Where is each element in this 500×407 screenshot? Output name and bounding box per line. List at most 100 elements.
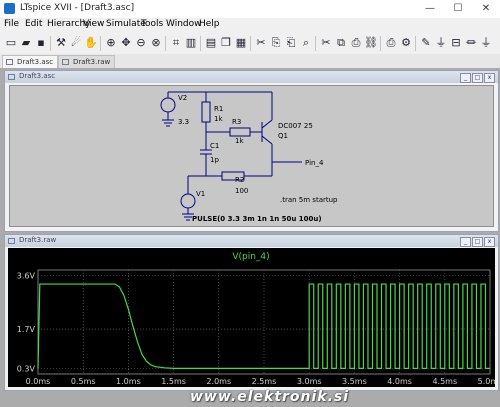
inductor-icon[interactable]: ✎	[419, 36, 433, 50]
cascade-icon[interactable]: ❐	[219, 36, 233, 50]
v1-source-symbol	[180, 193, 196, 209]
v1-name-label: V1	[196, 190, 205, 198]
waveform-plot-area[interactable]: V(pin_4) 3.6V 1.7V 0.3V 0.0ms 0.5ms 1.0ms 1.5…	[8, 248, 495, 387]
zoom-out-icon[interactable]: ⊖	[134, 36, 148, 50]
schematic-canvas[interactable]: V2 3.3 R1 1k R3 1k DC007 25 Q1 C1 1p Pin…	[9, 85, 494, 227]
x-tick-label: 5.0ms	[478, 377, 495, 386]
control-panel-icon[interactable]: ⚒	[54, 36, 68, 50]
x-tick-label: 2.5ms	[252, 377, 277, 386]
x-tick-label: 3.5ms	[342, 377, 367, 386]
halt-icon[interactable]: ✋	[84, 36, 98, 50]
document-tab-bar: Draft3.asc Draft3.raw	[0, 54, 500, 68]
maximize-button[interactable]: □	[472, 73, 483, 83]
spice-directive: .tran 5m startup	[280, 196, 338, 204]
tile-horizontal-icon[interactable]: ▤	[204, 36, 218, 50]
run-icon[interactable]: ☄	[69, 36, 83, 50]
menu-window[interactable]: Window	[166, 19, 202, 29]
x-tick-label: 2.0ms	[206, 377, 231, 386]
v1-value-label: PULSE(0 3.3 3m 1n 1n 50u 100u)	[192, 215, 322, 223]
new-icon[interactable]: ▭	[4, 36, 18, 50]
capacitor-icon[interactable]: ⚙	[399, 36, 413, 50]
tab-label: Draft3.raw	[73, 58, 111, 66]
q1-model-label: DC007 25	[278, 122, 313, 130]
trace-name-label[interactable]: V(pin_4)	[232, 252, 269, 262]
app-title-bar: LTspice XVII - [Draft3.asc] — ☐ ✕	[0, 0, 500, 19]
x-tick-label: 3.0ms	[297, 377, 322, 386]
toolbar: ▭ ▰ ▪ ⚒ ☄ ✋ ⊕ ✥ ⊖ ⊗ ⌗ ▥ ▤ ❐ ▦ ✂ ⎘ ⎗ ⌕ ✂ …	[0, 33, 500, 55]
schematic-doc-icon	[6, 59, 13, 65]
label-icon[interactable]: ⛓	[364, 36, 378, 50]
v2-value-label: 3.3	[178, 118, 189, 126]
y-tick-label: 3.6V	[17, 272, 36, 281]
r3-value-label: 1k	[235, 137, 244, 145]
v2-source-symbol	[160, 97, 176, 113]
tile-vertical-icon[interactable]: ▥	[184, 36, 198, 50]
menu-tools[interactable]: Tools	[141, 19, 163, 29]
c1-name-label: C1	[210, 142, 219, 150]
setup-icon[interactable]: ✂	[319, 36, 333, 50]
close-button[interactable]: x	[484, 73, 495, 83]
maximize-button[interactable]: □	[472, 237, 483, 247]
v2-name-label: V2	[178, 94, 187, 102]
x-tick-label: 1.0ms	[116, 377, 141, 386]
menu-bar: File Edit Hierarchy View Simulate Tools …	[0, 18, 500, 33]
tab-label: Draft3.asc	[17, 58, 54, 66]
close-button[interactable]: ✕	[472, 0, 500, 18]
waveform-chart: V(pin_4) 3.6V 1.7V 0.3V 0.0ms 0.5ms 1.0ms 1.5…	[17, 252, 495, 386]
diode-icon[interactable]: ⏚	[434, 36, 448, 50]
q1-name-label: Q1	[278, 132, 288, 140]
r1-name-label: R1	[214, 105, 223, 113]
r3-name-label: R3	[232, 118, 241, 126]
menu-edit[interactable]: Edit	[25, 19, 42, 29]
schematic-doc-icon	[8, 74, 15, 80]
ltspice-app-icon	[4, 3, 15, 14]
zoom-fit-icon[interactable]: ⊗	[149, 36, 163, 50]
minimize-button[interactable]: _	[460, 237, 471, 247]
x-tick-label: 1.5ms	[161, 377, 186, 386]
find-icon[interactable]: ⎗	[284, 36, 298, 50]
y-tick-label: 0.3V	[17, 364, 36, 373]
pan-icon[interactable]: ✥	[119, 36, 133, 50]
y-tick-label: 1.7V	[17, 325, 36, 334]
resistor-icon[interactable]: ⎙	[384, 36, 398, 50]
autorange-icon[interactable]: ⌗	[169, 36, 183, 50]
drag-icon[interactable]: ⏚	[479, 36, 493, 50]
cut-icon[interactable]: ▦	[234, 36, 248, 50]
net-label-pin4: Pin_4	[305, 159, 324, 167]
component-icon[interactable]: ⊟	[449, 36, 463, 50]
maximize-button[interactable]: ☐	[444, 0, 472, 18]
x-tick-label: 0.0ms	[26, 377, 51, 386]
waveform-window: Draft3.raw _ □ x V(pin_4) 3.6V 1.7V 0.3V 0…	[4, 234, 499, 391]
x-tick-label: 4.0ms	[387, 377, 412, 386]
zoom-in-icon[interactable]: ⊕	[104, 36, 118, 50]
r2-value-label: 100	[235, 187, 248, 195]
app-title: LTspice XVII - [Draft3.asc]	[20, 3, 135, 13]
print-icon[interactable]: ⌕	[299, 36, 313, 50]
tab-draft3-asc[interactable]: Draft3.asc	[2, 55, 59, 68]
minimize-button[interactable]: _	[460, 73, 471, 83]
move-icon[interactable]: ⏛	[464, 36, 478, 50]
ground-icon[interactable]: ⎙	[349, 36, 363, 50]
close-button[interactable]: x	[484, 237, 495, 247]
r1-value-label: 1k	[214, 115, 223, 123]
tab-draft3-raw[interactable]: Draft3.raw	[58, 55, 116, 68]
wire-icon[interactable]: ⧉	[334, 36, 348, 50]
x-tick-label: 0.5ms	[71, 377, 96, 386]
open-icon[interactable]: ▰	[19, 36, 33, 50]
paste-icon[interactable]: ⎘	[269, 36, 283, 50]
menu-help[interactable]: Help	[199, 19, 220, 29]
r2-name-label: R2	[235, 176, 244, 184]
r3-resistor-symbol	[229, 127, 251, 137]
copy-icon[interactable]: ✂	[254, 36, 268, 50]
menu-simulate[interactable]: Simulate	[106, 19, 146, 29]
c1-value-label: 1p	[210, 156, 219, 164]
menu-view[interactable]: View	[83, 19, 104, 29]
waveform-window-title: Draft3.raw	[19, 236, 57, 244]
r1-resistor-symbol	[201, 101, 211, 123]
minimize-button[interactable]: —	[416, 0, 444, 18]
menu-file[interactable]: File	[4, 19, 19, 29]
save-icon[interactable]: ▪	[34, 36, 48, 50]
schematic-window-title-bar: Draft3.asc _ □ x	[5, 71, 498, 83]
watermark-text: www.elektronik.si	[190, 389, 350, 405]
schematic-window-title: Draft3.asc	[19, 72, 56, 80]
